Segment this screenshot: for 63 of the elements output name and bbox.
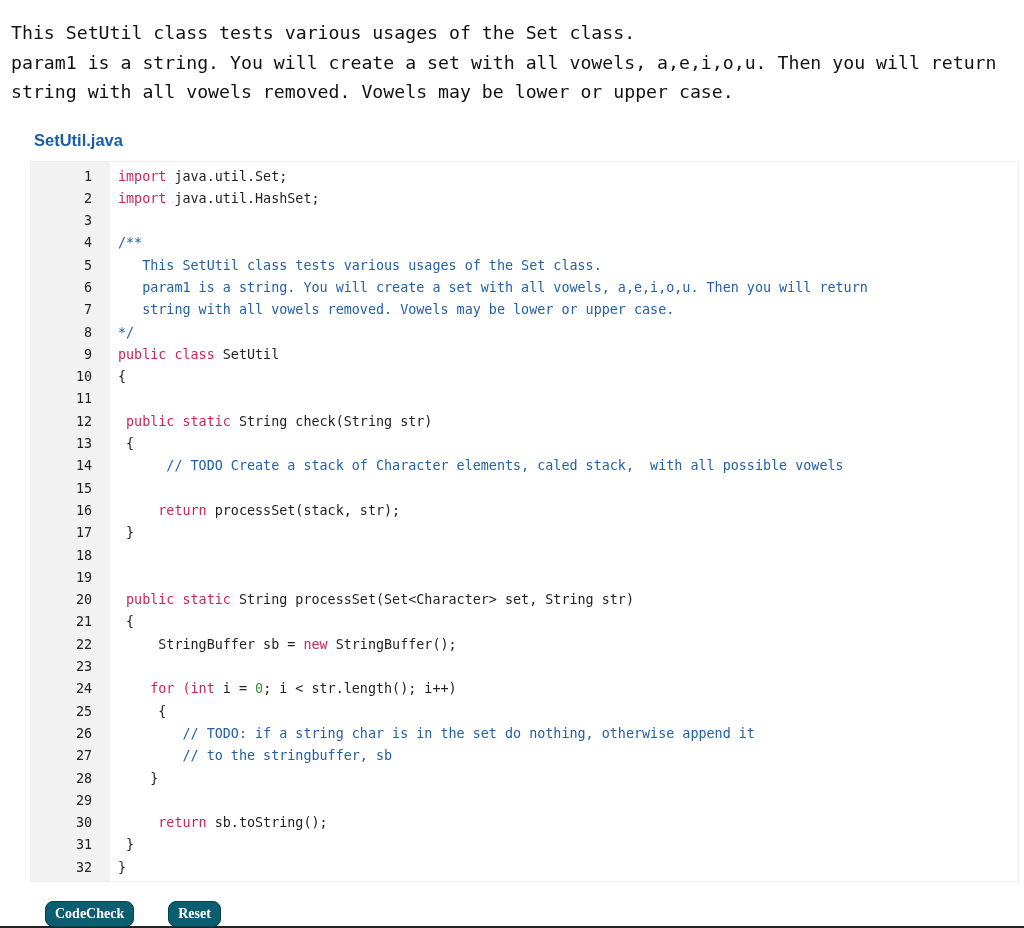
line-number: 16 (75, 501, 93, 520)
code-check-button[interactable]: CodeCheck (45, 901, 135, 927)
description-text: This SetUtil class tests various usages of the Set class. (11, 21, 637, 45)
code-line: return processSet(stack, str); (157, 501, 401, 520)
line-number: 24 (75, 680, 93, 699)
line-number: 18 (75, 546, 93, 565)
code-line: /** (118, 234, 143, 253)
line-number: 11 (75, 390, 93, 409)
code-line: public static String check(String str) (125, 412, 433, 431)
code-line: { (118, 368, 127, 387)
line-number: 31 (75, 836, 93, 855)
description-text: param1 is a string. You will create a set with all vowels, a,e,i,o,u. Then you will return (11, 50, 998, 75)
line-number: 1 (83, 167, 93, 186)
line-number: 12 (75, 412, 93, 431)
line-number: 27 (75, 747, 93, 766)
line-number: 15 (75, 479, 93, 498)
line-number: 20 (75, 591, 93, 610)
line-number: 5 (83, 256, 93, 275)
line-number: 8 (83, 323, 93, 342)
code-line: { (125, 613, 135, 632)
line-number: 26 (75, 724, 93, 743)
line-number: 9 (83, 345, 93, 364)
line-number: 2 (83, 189, 93, 208)
line-number: 28 (75, 769, 93, 788)
line-number: 32 (75, 858, 93, 877)
line-number: 7 (83, 301, 93, 320)
code-line: { (125, 435, 135, 454)
code-line: // TODO: if a string char is in the set do nothing, otherwise append it (181, 724, 755, 743)
description-text: string with all vowels removed. Vowels may be lower or upper case. (11, 80, 735, 104)
line-number: 21 (75, 613, 93, 632)
code-line: import java.util.Set; (118, 167, 288, 186)
code-line: // to the stringbuffer, sb (181, 747, 393, 766)
code-line: string with all vowels removed. Vowels may be lower or upper case. (141, 301, 675, 320)
line-number: 29 (75, 791, 93, 810)
line-number: 25 (75, 702, 93, 721)
code-line: } (118, 858, 127, 877)
code-line: } (125, 836, 135, 855)
line-number: 23 (75, 658, 93, 677)
code-line: This SetUtil class tests various usages of the Set class. (141, 256, 602, 275)
code-line: StringBuffer sb = new StringBuffer(); (157, 635, 457, 654)
code-line: // TODO Create a stack of Character elements, caled stack, with all possible vowels (165, 457, 844, 476)
code-line: } (149, 769, 159, 788)
line-number: 19 (75, 568, 93, 587)
code-line: */ (118, 323, 135, 342)
code-line: param1 is a string. You will create a set with all vowels, a,e,i,o,u. Then you will return (141, 279, 868, 297)
code-line: } (125, 524, 135, 543)
reset-button[interactable]: Reset (168, 901, 221, 927)
line-number: 3 (83, 212, 93, 231)
code-line: public static String processSet(Set<Character> set, String str) (125, 591, 634, 610)
line-number: 14 (75, 457, 93, 476)
line-number: 10 (75, 368, 93, 387)
code-line: public class SetUtil (118, 345, 280, 364)
line-number: 30 (75, 814, 93, 833)
code-line: import java.util.HashSet; (118, 189, 320, 208)
line-number: 13 (75, 435, 93, 454)
code-line: { (157, 702, 167, 721)
line-number: 17 (75, 524, 93, 543)
code-line: for (int i = 0; i < str.length(); i++) (149, 680, 457, 699)
file-name: SetUtil.java (34, 130, 123, 150)
line-number: 6 (83, 279, 93, 297)
code-line: return sb.toString(); (157, 814, 328, 833)
line-number: 4 (83, 234, 93, 253)
line-number: 22 (75, 635, 93, 654)
